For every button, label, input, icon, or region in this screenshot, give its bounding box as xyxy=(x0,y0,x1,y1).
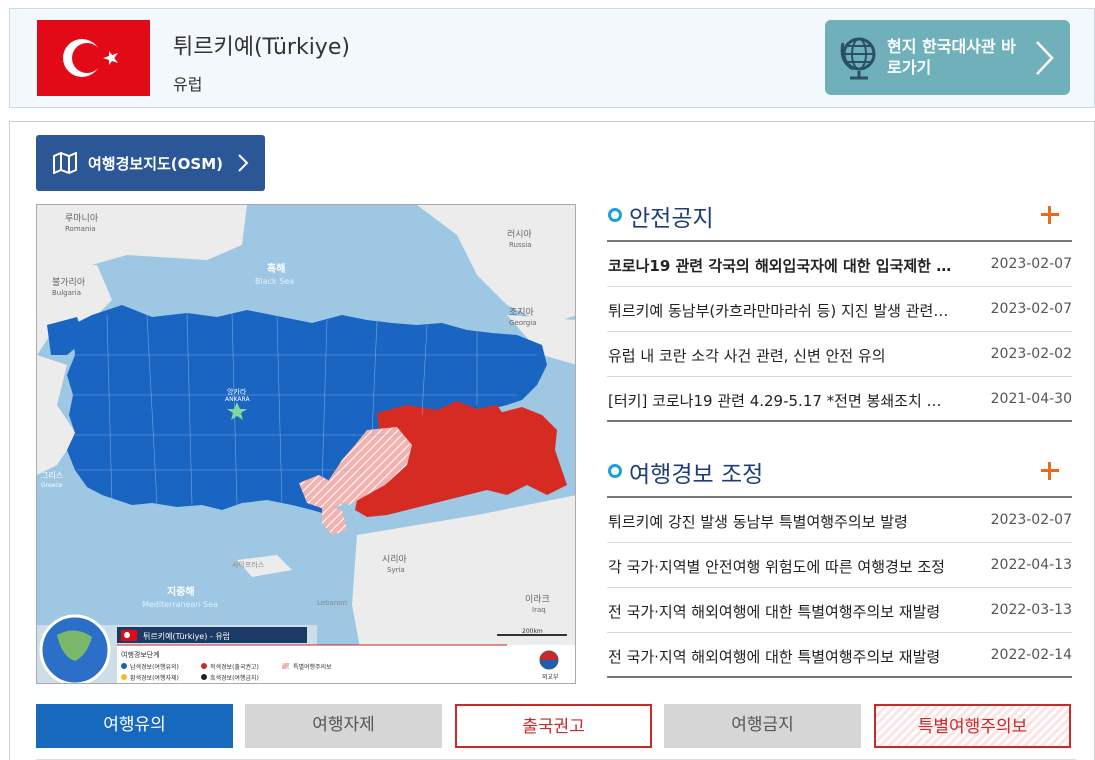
legend-item: 황색경보(여행자제) xyxy=(130,674,179,682)
map-icon xyxy=(53,152,77,174)
level-travel-caution-button[interactable]: 여행유의 xyxy=(36,704,233,748)
neighbor-label: 시리아 xyxy=(382,554,408,565)
embassy-link-button[interactable]: 현지 한국대사관 바로가기 xyxy=(825,20,1070,95)
level-special-advisory-button[interactable]: 특별여행주의보 xyxy=(874,704,1071,748)
alert-adjustment-title: 여행경보 조정 xyxy=(629,462,764,488)
turkey-flag-icon xyxy=(37,20,150,96)
notice-title: 유럽 내 코란 소각 사건 관련, 신변 안전 유의 xyxy=(608,347,886,365)
chevron-right-icon xyxy=(238,154,249,172)
notice-date: 2023-02-02 xyxy=(990,346,1072,362)
alert-date: 2022-02-14 xyxy=(990,647,1072,663)
alert-level-bar: 여행유의 여행자제 출국권고 여행금지 특별여행주의보 xyxy=(36,704,1076,748)
neighbor-label: Iraq xyxy=(532,606,546,614)
list-item[interactable]: 전 국가·지역 해외여행에 대한 특별여행주의보 재발령 2022-02-14 xyxy=(607,633,1072,678)
legend-item: 특별여행주의보 xyxy=(293,663,332,671)
travel-alert-map[interactable]: 흑해 Black Sea 지중해 Mediterranean Sea 루마니아 … xyxy=(36,204,576,684)
osm-map-button[interactable]: 여행경보지도(OSM) xyxy=(36,135,265,191)
neighbor-label: 러시아 xyxy=(507,229,533,240)
scale-label: 200km xyxy=(522,628,543,635)
list-item[interactable]: 전 국가·지역 해외여행에 대한 특별여행주의보 재발령 2022-03-13 xyxy=(607,588,1072,633)
neighbor-label: Bulgaria xyxy=(52,289,81,297)
level-travel-restraint-button[interactable]: 여행자제 xyxy=(245,704,442,748)
country-header: 튀르키예(Türkiye) 유럽 현지 한국대사관 바로가기 xyxy=(9,8,1095,108)
embassy-link-label: 현지 한국대사관 바로가기 xyxy=(887,37,1016,77)
alert-adjustment-panel: 여행경보 조정 튀르키예 강진 발생 동남부 특별여행주의보 발령 2023-0… xyxy=(607,454,1072,678)
legend-item: 남색경보(여행유의) xyxy=(130,663,179,671)
notice-title: 튀르키예 동남부(카흐라만마라쉬 등) 지진 발생 관련 안전 유의 xyxy=(608,302,953,320)
neighbor-label: 루마니아 xyxy=(65,213,99,224)
globe-icon xyxy=(840,37,876,80)
list-item[interactable]: 튀르키예 동남부(카흐라만마라쉬 등) 지진 발생 관련 안전 유의 2023-… xyxy=(607,287,1072,332)
sea-label-black-en: Black Sea xyxy=(255,277,294,286)
safety-notice-panel: 안전공지 코로나19 관련 각국의 해외입국자에 대한 입국제한 조치 현황 2… xyxy=(607,198,1072,422)
sea-label-black-ko: 흑해 xyxy=(267,262,285,275)
alert-title: 전 국가·지역 해외여행에 대한 특별여행주의보 재발령 xyxy=(608,603,941,621)
neighbor-label: 그리스 xyxy=(41,471,63,480)
country-name: 튀르키예(Türkiye) xyxy=(173,35,350,60)
neighbor-label: 이라크 xyxy=(525,594,550,605)
neighbor-label: Russia xyxy=(509,241,532,249)
list-item[interactable]: 코로나19 관련 각국의 해외입국자에 대한 입국제한 조치 현황 2023-0… xyxy=(607,242,1072,287)
list-item[interactable]: 튀르키예 강진 발생 동남부 특별여행주의보 발령 2023-02-07 xyxy=(607,498,1072,543)
bullet-icon xyxy=(608,208,622,222)
ministry-label: 외교부 xyxy=(542,674,559,681)
bullet-icon xyxy=(608,464,622,478)
neighbor-label: 사이프러스 xyxy=(232,560,265,569)
neighbor-label: Lebanon xyxy=(317,599,347,607)
alert-date: 2023-02-07 xyxy=(990,512,1072,528)
safety-notice-header: 안전공지 xyxy=(607,198,1072,242)
notice-title: 코로나19 관련 각국의 해외입국자에 대한 입국제한 조치 현황 xyxy=(608,257,953,275)
legend-item: 흑색경보(여행금지) xyxy=(210,674,259,682)
sea-label-med-en: Mediterranean Sea xyxy=(142,600,218,609)
level-leave-advised-button[interactable]: 출국권고 xyxy=(455,704,652,748)
neighbor-label: Greece xyxy=(41,482,63,489)
legend-heading: 여행경보단계 xyxy=(121,650,160,659)
legend-title: 튀르키예(Türkiye) - 유럽 xyxy=(143,631,230,641)
capital-label: 앙카라 xyxy=(227,387,247,396)
safety-notice-title: 안전공지 xyxy=(629,206,714,232)
alert-date: 2022-03-13 xyxy=(990,602,1072,618)
more-plus-icon[interactable] xyxy=(1040,461,1060,481)
alert-title: 튀르키예 강진 발생 동남부 특별여행주의보 발령 xyxy=(608,513,908,531)
region-name: 유럽 xyxy=(173,75,203,94)
neighbor-label: Syria xyxy=(387,566,405,574)
notice-date: 2023-02-07 xyxy=(990,256,1072,272)
notice-date: 2021-04-30 xyxy=(990,391,1072,407)
neighbor-label: Georgia xyxy=(509,319,536,327)
neighbor-label: 조지아 xyxy=(509,307,535,318)
neighbor-label: Romania xyxy=(65,225,96,233)
alert-date: 2022-04-13 xyxy=(990,557,1072,573)
alert-title: 전 국가·지역 해외여행에 대한 특별여행주의보 재발령 xyxy=(608,648,941,666)
list-item[interactable]: 각 국가·지역별 안전여행 위험도에 따른 여행경보 조정 2022-04-13 xyxy=(607,543,1072,588)
more-plus-icon[interactable] xyxy=(1040,205,1060,225)
list-item[interactable]: 유럽 내 코란 소각 사건 관련, 신변 안전 유의 2023-02-02 xyxy=(607,332,1072,377)
neighbor-label: 불가리아 xyxy=(52,277,86,288)
content-frame: 여행경보지도(OSM) 흑해 Black Sea 지중해 Mediterrane… xyxy=(9,121,1095,760)
osm-map-label: 여행경보지도(OSM) xyxy=(88,155,223,173)
legend-item: 적색경보(출국권고) xyxy=(210,663,259,671)
level-travel-ban-button[interactable]: 여행금지 xyxy=(664,704,861,748)
list-item[interactable]: [터키] 코로나19 관련 4.29-5.17 *전면 봉쇄조치 시행 2021… xyxy=(607,377,1072,422)
chevron-right-icon xyxy=(1036,41,1054,75)
alert-title: 각 국가·지역별 안전여행 위험도에 따른 여행경보 조정 xyxy=(608,558,945,576)
alert-adjustment-header: 여행경보 조정 xyxy=(607,454,1072,498)
notice-title: [터키] 코로나19 관련 4.29-5.17 *전면 봉쇄조치 시행 xyxy=(608,392,953,410)
notice-date: 2023-02-07 xyxy=(990,301,1072,317)
capital-label-en: ANKARA xyxy=(225,396,250,403)
sea-label-med-ko: 지중해 xyxy=(167,585,195,598)
